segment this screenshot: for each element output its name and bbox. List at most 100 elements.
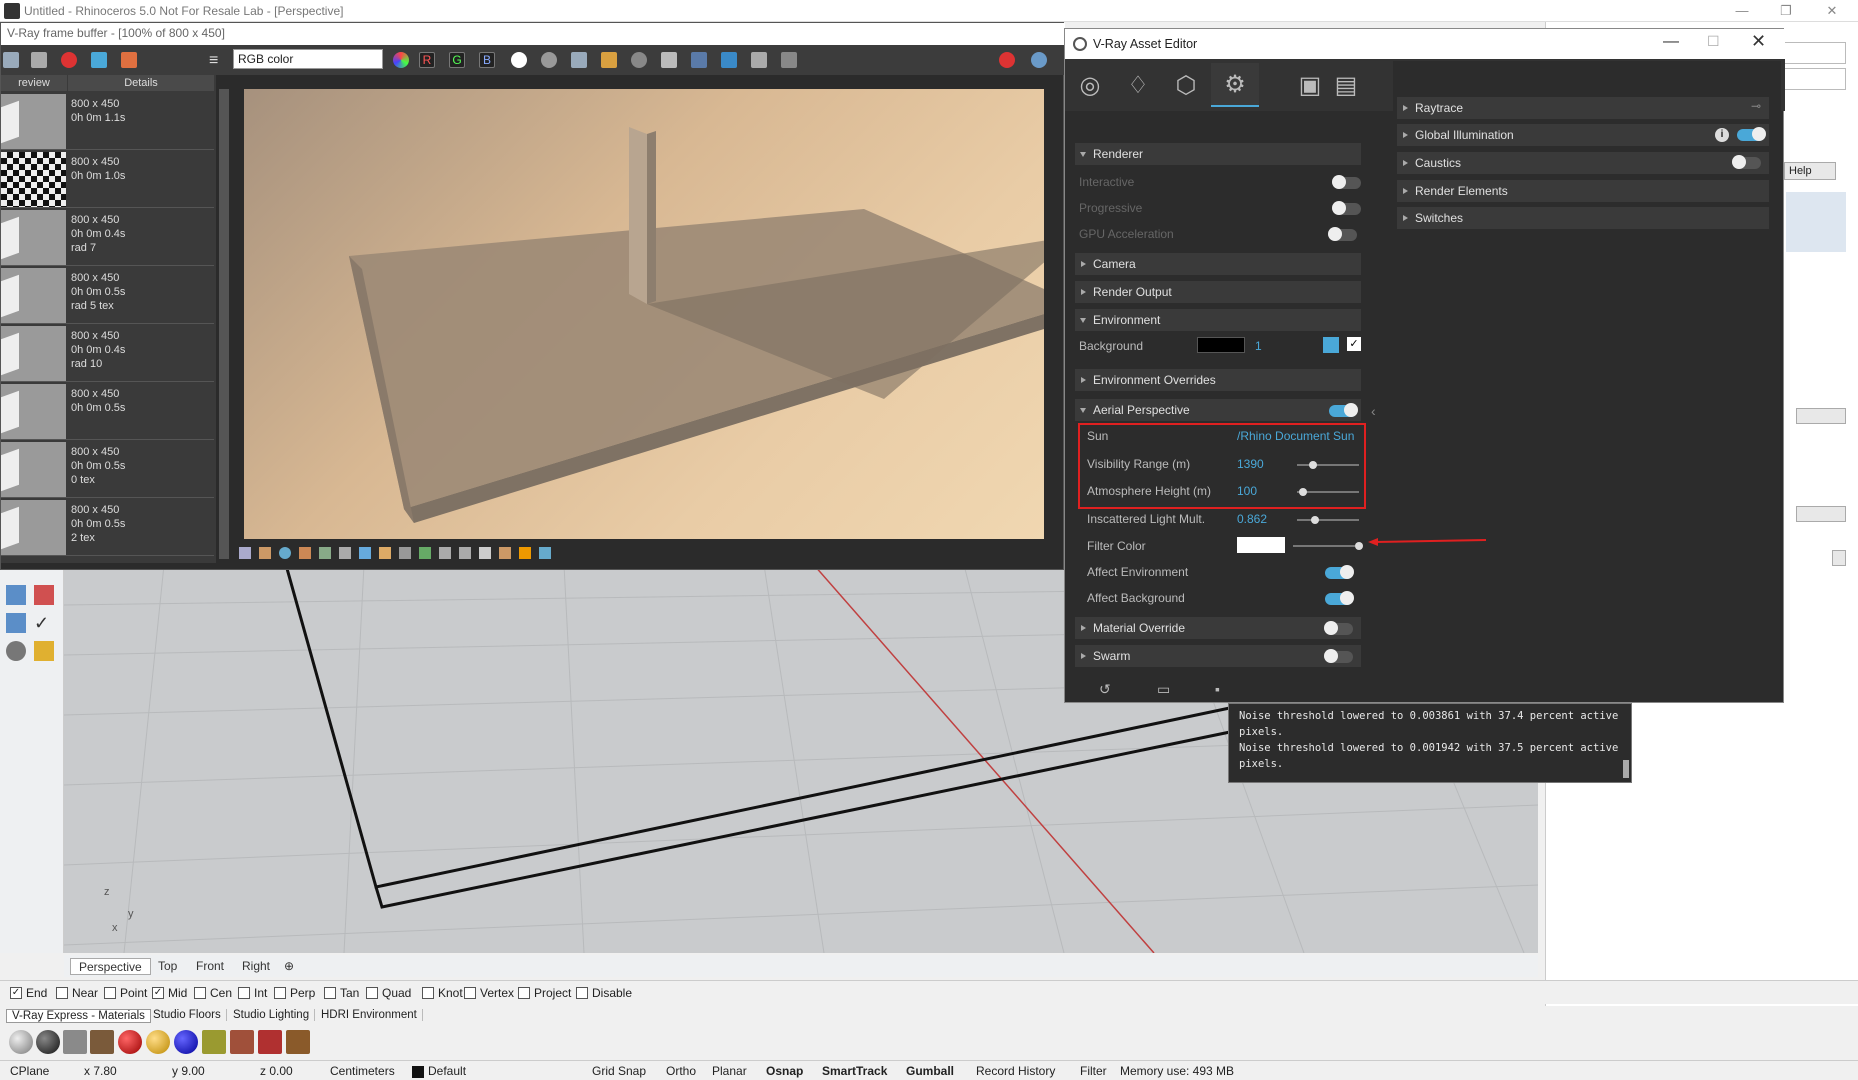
osnap-project[interactable]: Project <box>518 986 571 1000</box>
renderer-section[interactable]: Renderer <box>1075 143 1361 165</box>
minimize-button[interactable]: — <box>1722 0 1762 22</box>
checkbox-icon[interactable] <box>274 987 286 999</box>
inscattered-light-input[interactable]: 0.862 <box>1237 512 1267 526</box>
render-elements-section[interactable]: Render Elements <box>1397 180 1769 202</box>
swarm-toggle[interactable] <box>1324 649 1353 663</box>
info-icon[interactable]: i <box>1715 128 1729 142</box>
rendered-image[interactable] <box>244 89 1044 539</box>
record-history-toggle[interactable]: Record History <box>976 1064 1055 1078</box>
reset-icon[interactable]: ↺ <box>1099 681 1111 698</box>
osnap-point[interactable]: Point <box>104 986 147 1000</box>
osnap-cen[interactable]: Cen <box>194 986 232 1000</box>
ellipsis-button[interactable] <box>1832 550 1846 566</box>
material-swatch[interactable] <box>118 1030 142 1054</box>
osnap-perp[interactable]: Perp <box>274 986 315 1000</box>
red-channel-button[interactable]: R <box>419 52 435 68</box>
save-icon[interactable]: ▪ <box>1215 681 1220 697</box>
inscattered-light-slider[interactable] <box>1297 516 1359 524</box>
curves-icon[interactable] <box>359 547 371 559</box>
material-swatch[interactable] <box>258 1030 282 1054</box>
affect-environment-toggle[interactable] <box>1325 565 1354 579</box>
aerial-perspective-section[interactable]: Aerial Perspective <box>1075 399 1361 421</box>
material-swatch[interactable] <box>286 1030 310 1054</box>
checkbox-icon[interactable] <box>464 987 476 999</box>
pixel-info-icon[interactable] <box>499 547 511 559</box>
history-item[interactable]: 800 x 450 0h 0m 1.1s <box>1 93 214 150</box>
history-item[interactable]: 800 x 450 0h 0m 0.5s rad 5 tex <box>1 267 214 324</box>
add-viewport-icon[interactable]: ⊕ <box>276 958 302 975</box>
raytrace-section[interactable]: Raytrace <box>1397 97 1769 119</box>
tab-help[interactable]: Help <box>1784 162 1836 180</box>
osnap-quad[interactable]: Quad <box>366 986 411 1000</box>
materials-tab-icon[interactable]: ◎ <box>1067 63 1113 107</box>
history-item[interactable]: 800 x 450 0h 0m 1.0s <box>1 151 214 208</box>
ocio-icon[interactable] <box>399 547 411 559</box>
osnap-tan[interactable]: Tan <box>324 986 359 1000</box>
tab-front[interactable]: Front <box>188 958 232 975</box>
filter-color-slider[interactable] <box>1293 542 1363 550</box>
collapse-panel-icon[interactable]: ‹ <box>1371 403 1376 419</box>
layer-label[interactable]: Default <box>428 1064 466 1078</box>
render-output-section[interactable]: Render Output <box>1075 281 1361 303</box>
osnap-int[interactable]: Int <box>238 986 267 1000</box>
material-override-toggle[interactable] <box>1324 621 1353 635</box>
material-swatch[interactable] <box>63 1030 87 1054</box>
interactive-render-icon[interactable] <box>721 52 737 68</box>
tab-top[interactable]: Top <box>150 958 185 975</box>
global-illumination-section[interactable]: Global Illumination <box>1397 124 1769 146</box>
checkbox-icon[interactable] <box>324 987 336 999</box>
close-icon[interactable]: ✕ <box>1751 31 1766 52</box>
cplane-label[interactable]: CPlane <box>10 1064 49 1078</box>
geometry-tab-icon[interactable]: ⬡ <box>1163 63 1209 107</box>
tab-studio-lighting[interactable]: Studio Lighting <box>228 1009 316 1021</box>
console-scrollbar[interactable] <box>1623 760 1629 778</box>
checkbox-icon[interactable] <box>104 987 116 999</box>
link-render-icon[interactable] <box>751 52 767 68</box>
hsv-icon[interactable] <box>479 547 491 559</box>
track-mouse-icon[interactable] <box>631 52 647 68</box>
checkbox-icon[interactable]: ✓ <box>10 987 22 999</box>
info-icon[interactable] <box>279 547 291 559</box>
background-enable-checkbox[interactable]: ✓ <box>1347 337 1361 351</box>
grid-snap-toggle[interactable]: Grid Snap <box>592 1064 646 1078</box>
osnap-end[interactable]: ✓ End <box>10 986 47 1000</box>
channel-select[interactable]: RGB color <box>233 49 383 69</box>
white-balance-icon[interactable] <box>319 547 331 559</box>
render-teapot-icon[interactable] <box>1031 52 1047 68</box>
material-swatch[interactable] <box>146 1030 170 1054</box>
pin-icon[interactable]: ⊸ <box>1751 99 1761 113</box>
texture-map-icon[interactable] <box>1323 337 1339 353</box>
lut-icon[interactable] <box>379 547 391 559</box>
caustics-section[interactable]: Caustics <box>1397 152 1769 174</box>
checkbox-icon[interactable] <box>422 987 434 999</box>
osnap-disable[interactable]: Disable <box>576 986 632 1000</box>
mono-channel-icon[interactable] <box>541 52 557 68</box>
checkbox-icon[interactable]: ✓ <box>152 987 164 999</box>
restore-button[interactable]: ❐ <box>1766 0 1806 22</box>
checkbox-icon[interactable] <box>238 987 250 999</box>
save-image-icon[interactable] <box>3 52 19 68</box>
checkbox-icon[interactable] <box>518 987 530 999</box>
interactive-toggle[interactable] <box>1332 175 1361 189</box>
caustics-toggle[interactable] <box>1732 155 1761 169</box>
history-item[interactable]: 800 x 450 0h 0m 0.5s <box>1 383 214 440</box>
history-scrollbar[interactable] <box>219 89 229 559</box>
load-image-icon[interactable] <box>31 52 47 68</box>
transform-tool-icon[interactable] <box>34 585 54 605</box>
checkbox-icon[interactable] <box>56 987 68 999</box>
save-channel-icon[interactable] <box>571 52 587 68</box>
check-tool-icon[interactable]: ✓ <box>34 613 54 633</box>
menu-icon[interactable]: ≡ <box>209 52 218 70</box>
switches-section[interactable]: Switches <box>1397 207 1769 229</box>
background-color-swatch[interactable] <box>1197 337 1245 353</box>
osnap-near[interactable]: Near <box>56 986 98 1000</box>
corrections-toggle-icon[interactable] <box>259 547 271 559</box>
history-item[interactable]: 800 x 450 0h 0m 0.5s 0 tex <box>1 441 214 498</box>
tab-vray-express-materials[interactable]: V-Ray Express - Materials <box>6 1009 151 1023</box>
checkbox-icon[interactable] <box>366 987 378 999</box>
material-swatch[interactable] <box>230 1030 254 1054</box>
green-channel-button[interactable]: G <box>449 52 465 68</box>
gumball-toggle[interactable]: Gumball <box>906 1064 954 1078</box>
alpha-channel-icon[interactable] <box>511 52 527 68</box>
material-override-section[interactable]: Material Override <box>1075 617 1361 639</box>
